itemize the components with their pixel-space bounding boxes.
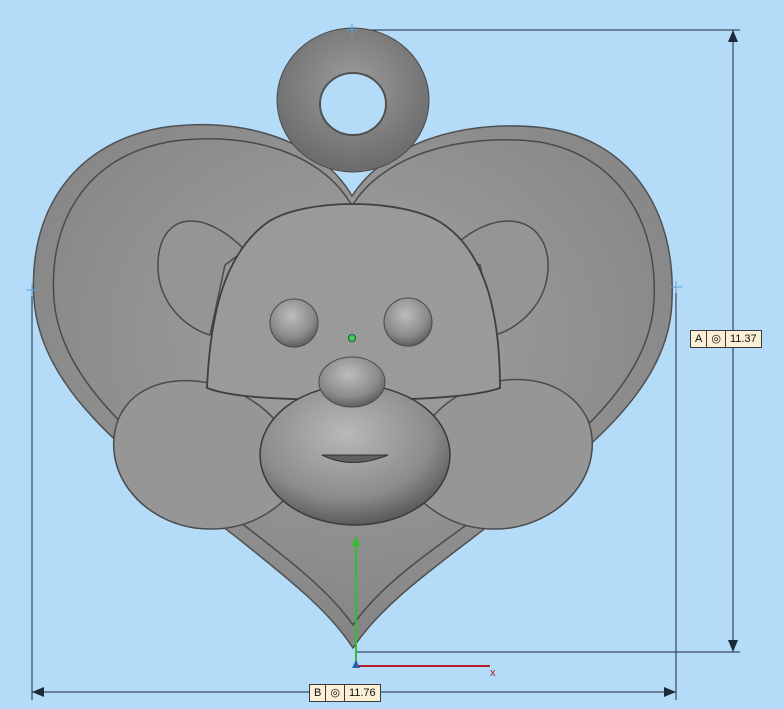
height-dimension-label[interactable]: A ◎ 11.37 [690,330,762,348]
height-dimension-value: 11.37 [729,333,757,345]
width-dimension-letter: B [310,685,327,701]
width-dimension-value: 11.76 [348,687,376,699]
right-eye [383,297,433,347]
bail-ring[interactable] [276,27,430,173]
left-eye [269,298,319,348]
3d-viewport[interactable] [0,0,784,709]
height-dimension-letter: A [691,331,708,347]
axis-x-label: x [490,667,496,679]
height-dimension-symbol: ◎ [707,331,726,347]
width-dimension-label[interactable]: B ◎ 11.76 [309,684,381,702]
pivot-marker-icon[interactable] [348,334,356,342]
monkey-nose [318,356,386,408]
width-dimension-symbol: ◎ [326,685,345,701]
